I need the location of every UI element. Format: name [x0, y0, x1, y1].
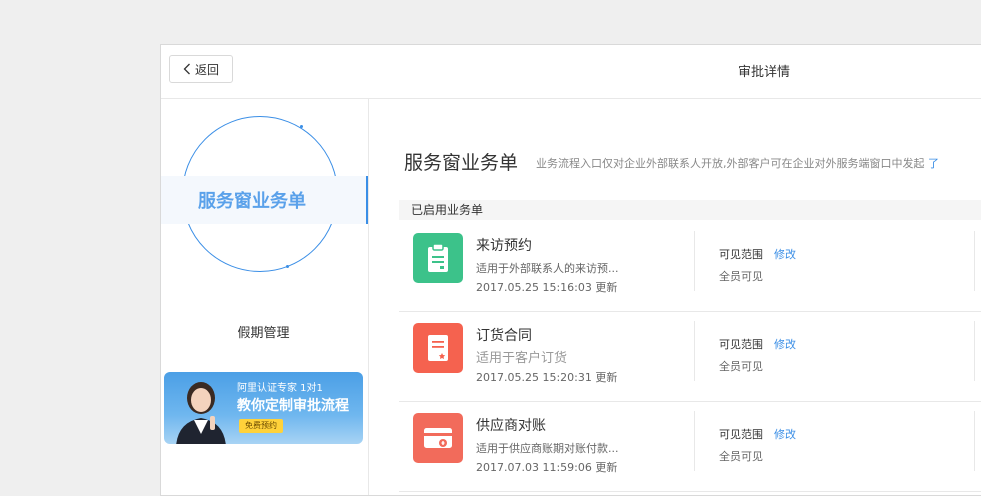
visibility-value: 全员可见 — [719, 450, 763, 463]
edit-visibility-link[interactable]: 修改 — [774, 246, 796, 262]
sidebar: 服务窗业务单 假期管理 阿里认证专家 1对1 教你定制审批流程 免费预约 — [161, 99, 369, 495]
form-icon-tile — [413, 233, 463, 283]
learn-more-link[interactable]: 了 — [928, 157, 939, 170]
form-icon-tile — [413, 323, 463, 373]
section-title: 服务窗业务单 — [404, 152, 519, 174]
main-content: 服务窗业务单 业务流程入口仅对企业外部联系人开放,外部客户可在企业对外服务端窗口… — [369, 99, 981, 495]
clipboard-icon — [428, 243, 448, 272]
form-description: 适用于供应商账期对账付款... — [476, 442, 619, 455]
sidebar-item-leave-management[interactable]: 假期管理 — [161, 311, 366, 351]
enabled-forms-group: 已启用业务单 — [399, 200, 981, 220]
form-row-order-contract[interactable]: 订货合同 适用于客户订货 2017.05.25 15:20:31 更新 可见范围… — [399, 311, 981, 402]
form-description: 适用于外部联系人的来访预... — [476, 262, 619, 275]
contract-icon — [428, 335, 448, 361]
edit-visibility-link[interactable]: 修改 — [774, 336, 796, 352]
form-description: 适用于客户订货 — [476, 351, 568, 366]
form-updated-time: 2017.05.25 15:16:03 更新 — [476, 281, 618, 294]
visibility-label: 可见范围 — [719, 428, 763, 441]
ring-dot — [300, 125, 303, 128]
banner-cta-button[interactable]: 免费预约 — [239, 419, 283, 433]
column-divider — [974, 231, 975, 291]
consultant-avatar-icon — [176, 382, 226, 444]
page-title: 审批详情 — [738, 65, 791, 80]
form-row-supplier-reconciliation[interactable]: 供应商对账 适用于供应商账期对账付款... 2017.07.03 11:59:0… — [399, 401, 981, 492]
ring-dot — [286, 265, 289, 268]
form-name: 订货合同 — [476, 328, 532, 344]
section-description: 业务流程入口仅对企业外部联系人开放,外部客户可在企业对外服务端窗口中发起 了 — [536, 155, 939, 171]
back-button[interactable]: 返回 — [169, 55, 233, 83]
column-divider — [694, 411, 695, 471]
banner-line-2: 教你定制审批流程 — [237, 398, 349, 414]
banner-line-1: 阿里认证专家 1对1 — [237, 383, 323, 394]
visibility-value: 全员可见 — [719, 270, 763, 283]
chevron-left-icon — [183, 63, 190, 75]
section-description-text: 业务流程入口仅对企业外部联系人开放,外部客户可在企业对外服务端窗口中发起 — [536, 157, 925, 170]
form-name: 来访预约 — [476, 238, 532, 254]
column-divider — [694, 231, 695, 291]
edit-visibility-link[interactable]: 修改 — [774, 426, 796, 442]
card-icon — [424, 428, 452, 448]
visibility-label: 可见范围 — [719, 248, 763, 261]
approval-window: 返回 审批详情 服务窗业务单 假期管理 阿里认证专家 1对1 教你定制审批流程 … — [160, 44, 981, 496]
form-row-visit-appointment[interactable]: 来访预约 适用于外部联系人的来访预... 2017.05.25 15:16:03… — [399, 221, 981, 312]
form-icon-tile — [413, 413, 463, 463]
form-updated-time: 2017.07.03 11:59:06 更新 — [476, 461, 618, 474]
column-divider — [694, 321, 695, 381]
back-button-label: 返回 — [194, 62, 219, 77]
column-divider — [974, 321, 975, 381]
top-bar: 返回 审批详情 — [161, 45, 981, 99]
visibility-value: 全员可见 — [719, 360, 763, 373]
column-divider — [974, 411, 975, 471]
form-updated-time: 2017.05.25 15:20:31 更新 — [476, 371, 618, 384]
sidebar-item-service-window[interactable]: 服务窗业务单 — [161, 176, 368, 224]
visibility-label: 可见范围 — [719, 338, 763, 351]
form-name: 供应商对账 — [476, 418, 546, 434]
promo-banner[interactable]: 阿里认证专家 1对1 教你定制审批流程 免费预约 — [164, 372, 363, 444]
